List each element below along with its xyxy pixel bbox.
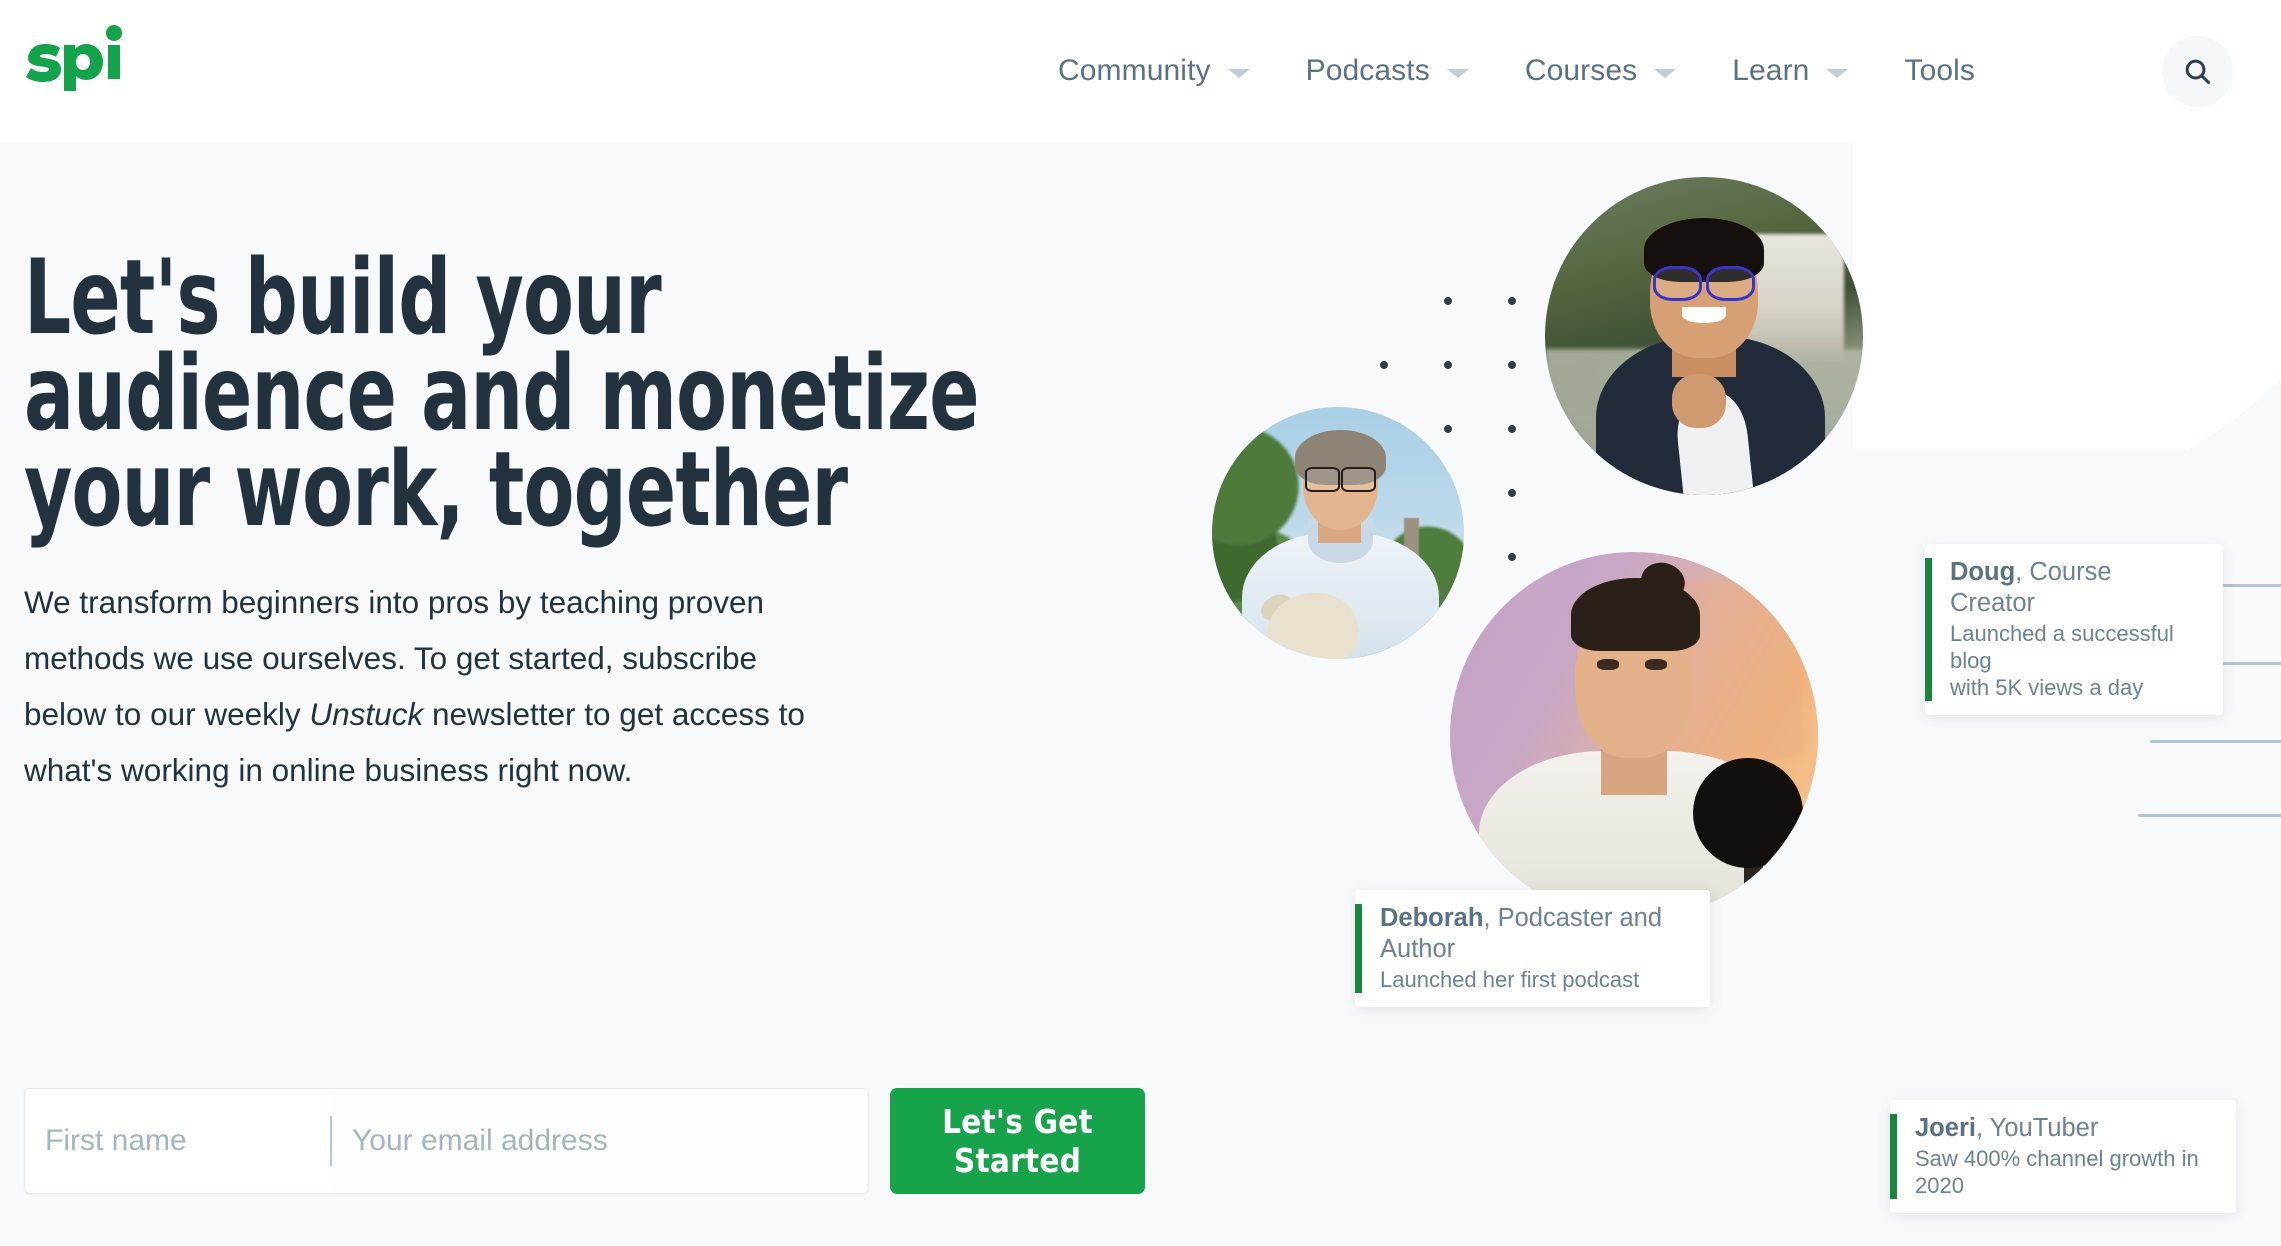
first-name-input[interactable] [25,1089,330,1193]
page-title: Let's build your audience and monetize y… [24,247,984,542]
nav-label-community: Community [1058,54,1211,87]
testimonial-photo-joeri [1450,552,1818,920]
card-title: Doug, Course Creator [1950,557,2201,619]
nav-item-tools[interactable]: Tools [1876,54,2003,88]
nav-label-tools: Tools [1904,54,1976,87]
site-header: Community Podcasts Courses Learn Tools [0,0,2281,142]
subcopy-italic-unstuck: Unstuck [309,696,424,732]
nav-label-learn: Learn [1732,54,1810,87]
spi-logo[interactable] [24,22,134,92]
card-title: Joeri, YouTuber [1915,1113,2214,1144]
testimonial-photo-doug [1545,177,1863,495]
nav-item-podcasts[interactable]: Podcasts [1278,54,1497,88]
card-title: Deborah, Podcaster and Author [1380,903,1662,965]
card-body: Doug, Course Creator Launched a successf… [1932,544,2223,715]
card-description: Saw 400% channel growth in 2020 [1915,1146,2199,1198]
nav-item-learn[interactable]: Learn [1704,54,1876,88]
testimonial-card-doug: Doug, Course Creator Launched a successf… [1925,544,2223,715]
search-icon [2185,59,2210,84]
email-input[interactable] [332,1089,862,1193]
nav-label-podcasts: Podcasts [1305,54,1430,87]
card-name: Deborah [1380,904,1484,932]
accent-line [2138,814,2281,817]
card-accent-bar [1925,558,1932,701]
newsletter-signup-form: Let's Get Started [24,1088,1145,1194]
hero-subcopy: We transform beginners into pros by teac… [24,574,814,798]
testimonial-card-joeri: Joeri, YouTuber Saw 400% channel growth … [1890,1100,2236,1213]
get-started-button[interactable]: Let's Get Started [890,1088,1145,1194]
headline-line-3: your work, together [24,430,848,550]
hero-left-column: Let's build your audience and monetize y… [24,247,984,798]
nav-item-courses[interactable]: Courses [1497,54,1704,88]
nav-item-community[interactable]: Community [1030,54,1278,88]
card-accent-bar [1355,904,1362,993]
card-body: Joeri, YouTuber Saw 400% channel growth … [1897,1100,2236,1213]
search-button[interactable] [2162,36,2233,107]
nav-label-courses: Courses [1524,54,1638,87]
card-role: , YouTuber [1975,1114,2099,1142]
chevron-down-icon [1227,69,1250,78]
form-fields-group [24,1088,869,1194]
chevron-down-icon [1446,69,1469,78]
card-description: Launched her first podcast [1380,967,1640,992]
card-body: Deborah, Podcaster and Author Launched h… [1362,890,1684,1007]
testimonial-photo-deborah [1212,407,1464,659]
testimonial-card-deborah: Deborah, Podcaster and Author Launched h… [1355,890,1710,1007]
chevron-down-icon [1826,69,1849,78]
accent-line [2150,740,2281,743]
card-accent-bar [1890,1114,1897,1199]
page-root: Community Podcasts Courses Learn Tools L… [0,0,2281,1246]
card-name: Doug [1950,558,2016,586]
card-description: Launched a successful blog with 5K views… [1950,621,2174,700]
card-name: Joeri [1915,1114,1976,1142]
chevron-down-icon [1654,69,1677,78]
main-nav: Community Podcasts Courses Learn Tools [1030,0,2003,142]
